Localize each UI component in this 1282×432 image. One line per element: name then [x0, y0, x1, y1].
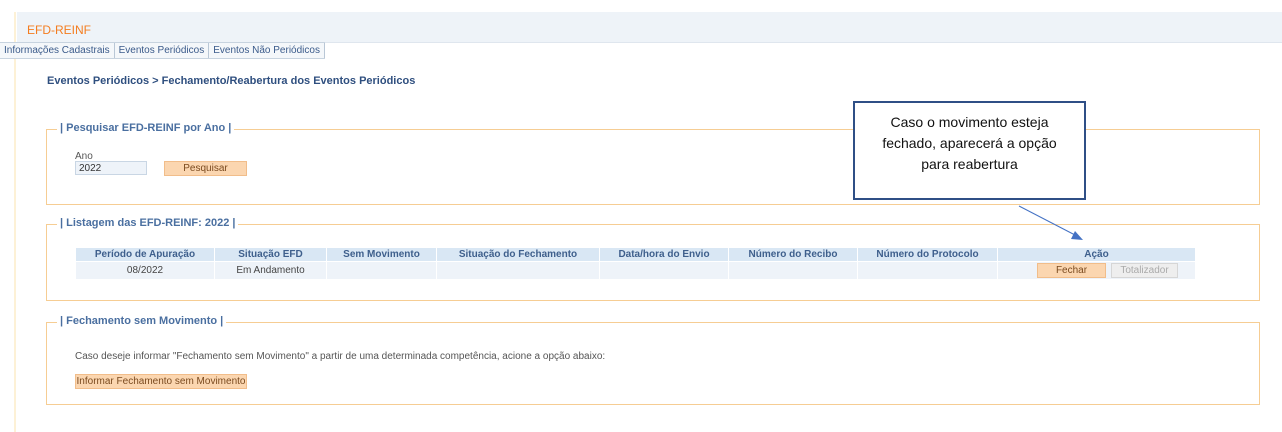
cell-situacao-fechamento: [436, 261, 600, 280]
search-legend: | Pesquisar EFD-REINF por Ano |: [57, 122, 235, 134]
events-table: Período de Apuração Situação EFD Sem Mov…: [75, 247, 1196, 280]
tab-informacoes-cadastrais[interactable]: Informações Cadastrais: [0, 43, 115, 58]
no-movement-legend: | Fechamento sem Movimento |: [57, 315, 227, 327]
column-header: Número do Recibo: [728, 247, 858, 262]
totalizador-button[interactable]: Totalizador: [1111, 263, 1178, 278]
listing-legend: | Listagem das EFD-REINF: 2022 |: [57, 217, 239, 229]
search-button[interactable]: Pesquisar: [164, 161, 247, 176]
table-header-row: Período de Apuração Situação EFD Sem Mov…: [75, 247, 1196, 262]
column-header: Ação: [997, 247, 1196, 262]
cell-protocolo: [857, 261, 998, 280]
column-header: Número do Protocolo: [857, 247, 998, 262]
no-movement-fieldset: | Fechamento sem Movimento |: [46, 315, 1260, 405]
cell-sem-movimento: [326, 261, 437, 280]
cell-periodo: 08/2022: [75, 261, 215, 280]
cell-acao: Fechar Totalizador: [997, 261, 1196, 280]
column-header: Data/hora do Envio: [599, 247, 729, 262]
column-header: Situação EFD: [214, 247, 327, 262]
tab-eventos-nao-periodicos[interactable]: Eventos Não Periódicos: [209, 43, 325, 58]
annotation-callout: Caso o movimento esteja fechado, aparece…: [853, 101, 1086, 200]
fechar-button[interactable]: Fechar: [1037, 263, 1106, 278]
cell-data-envio: [599, 261, 729, 280]
callout-line: Caso o movimento esteja: [890, 114, 1049, 130]
tab-eventos-periodicos[interactable]: Eventos Periódicos: [114, 43, 210, 58]
column-header: Situação do Fechamento: [436, 247, 600, 262]
no-movement-info: Caso deseje informar "Fechamento sem Mov…: [75, 351, 606, 362]
year-input[interactable]: [75, 161, 147, 175]
app-header: [17, 12, 1282, 43]
table-row: 08/2022 Em Andamento Fechar Totalizador: [75, 261, 1196, 280]
cell-recibo: [728, 261, 858, 280]
column-header: Período de Apuração: [75, 247, 215, 262]
callout-line: para reabertura: [921, 156, 1018, 172]
app-title: EFD-REINF: [27, 23, 91, 37]
breadcrumb: Eventos Periódicos > Fechamento/Reabertu…: [47, 75, 416, 87]
callout-line: fechado, aparecerá a opção: [882, 135, 1057, 151]
cell-situacao: Em Andamento: [214, 261, 327, 280]
top-margin: [0, 0, 1282, 10]
column-header: Sem Movimento: [326, 247, 437, 262]
informar-fechamento-button[interactable]: Informar Fechamento sem Movimento: [75, 374, 247, 389]
main-tabs: Informações Cadastrais Eventos Periódico…: [0, 42, 325, 59]
left-accent-bar: [14, 12, 16, 432]
